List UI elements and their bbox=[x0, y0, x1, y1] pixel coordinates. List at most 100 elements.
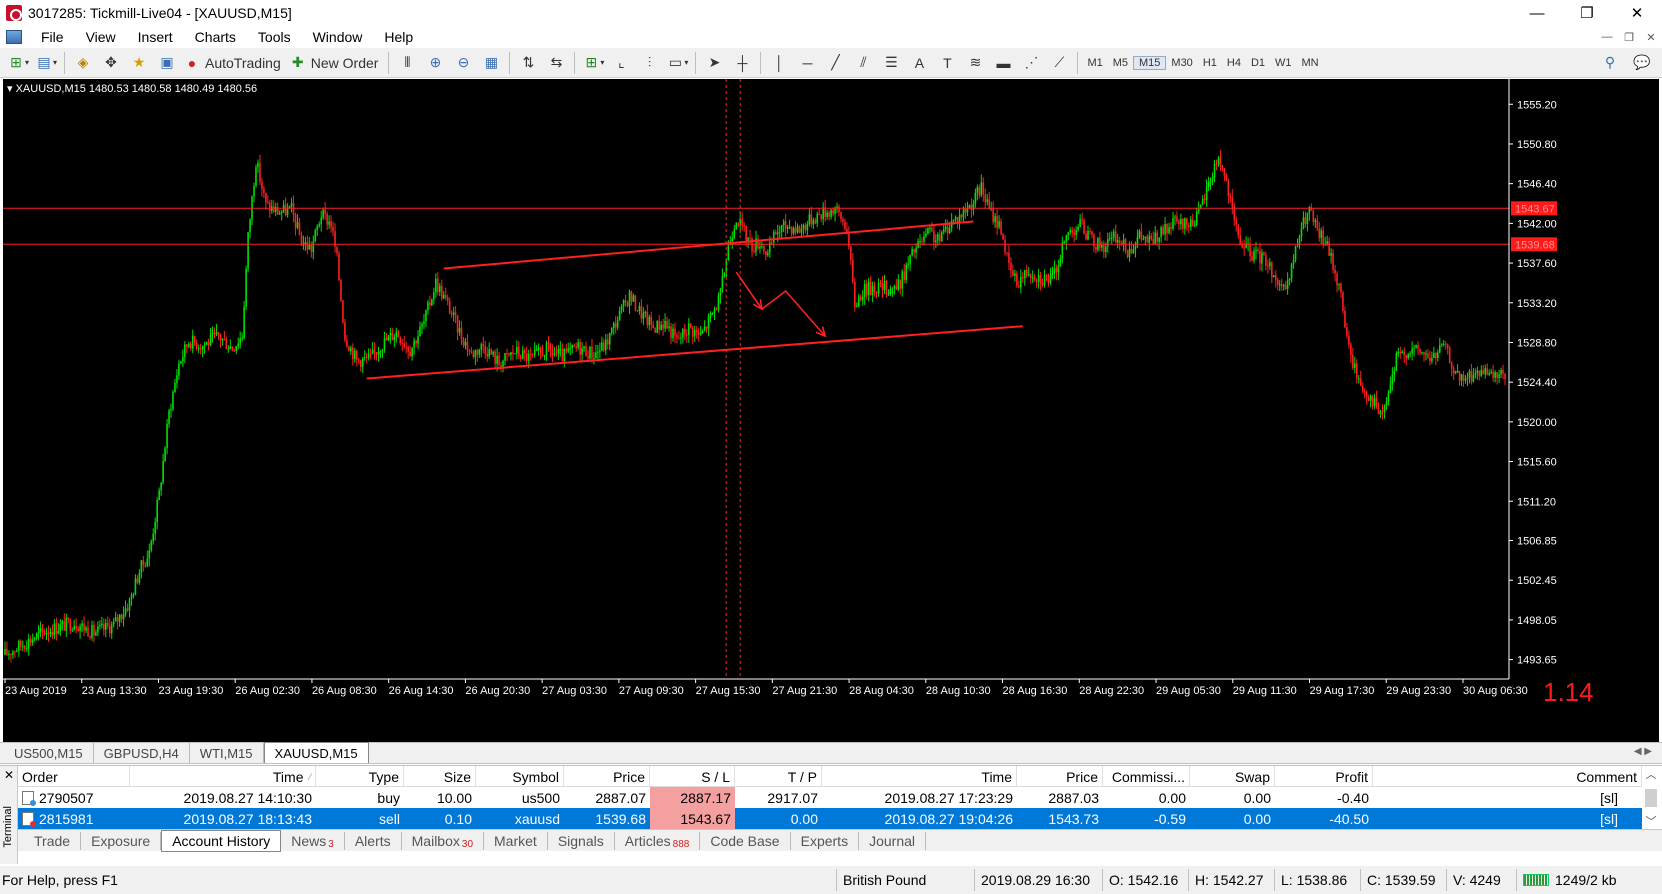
pitchfork-icon[interactable]: ⋰ bbox=[1019, 51, 1043, 75]
chart-collapse-icon[interactable]: ▾ bbox=[7, 83, 16, 95]
col-size[interactable]: Size bbox=[404, 766, 476, 787]
fibo-fan-icon[interactable]: ≋ bbox=[963, 51, 987, 75]
menu-insert[interactable]: Insert bbox=[127, 29, 184, 45]
tab-exposure[interactable]: Exposure bbox=[81, 831, 162, 850]
close-button[interactable]: ✕ bbox=[1612, 0, 1662, 26]
chart-tab-scroll-icon[interactable]: ◀ ▶ bbox=[1634, 746, 1652, 757]
auto-scroll-icon[interactable]: ⇅ bbox=[516, 51, 540, 75]
tab-journal[interactable]: Journal bbox=[859, 831, 926, 850]
tab-signals[interactable]: Signals bbox=[548, 831, 615, 850]
chart-tab-xauusd[interactable]: XAUUSD,M15 bbox=[263, 742, 369, 763]
bar-chart-icon[interactable]: ⫴ bbox=[395, 51, 419, 75]
menu-help[interactable]: Help bbox=[373, 29, 424, 45]
chart-shift-icon[interactable]: ⇆ bbox=[544, 51, 568, 75]
mdi-minimize-icon[interactable]: — bbox=[1596, 26, 1618, 48]
candle-body bbox=[1296, 245, 1299, 247]
document-icon[interactable] bbox=[6, 30, 22, 44]
col-sl[interactable]: S / L bbox=[650, 766, 735, 787]
terminal-icon[interactable]: ▣ bbox=[155, 51, 179, 75]
col-close-time[interactable]: Time bbox=[822, 766, 1017, 787]
tile-windows-icon[interactable]: ▦ bbox=[479, 51, 503, 75]
timeframe-mn[interactable]: MN bbox=[1297, 57, 1324, 69]
history-row-selected[interactable]: 2815981 2019.08.27 18:13:43 sell 0.10 xa… bbox=[18, 808, 1642, 829]
tab-experts[interactable]: Experts bbox=[791, 831, 860, 850]
fibonacci-icon[interactable]: ☰ bbox=[879, 51, 903, 75]
market-watch-icon[interactable]: ◈ bbox=[71, 51, 95, 75]
minimize-button[interactable]: — bbox=[1512, 0, 1562, 26]
favorites-icon[interactable]: ★ bbox=[127, 51, 151, 75]
tab-market[interactable]: Market bbox=[484, 831, 548, 850]
col-close-price[interactable]: Price bbox=[1017, 766, 1103, 787]
zoom-in-icon[interactable]: ⊕ bbox=[423, 51, 447, 75]
new-chart-button[interactable]: ⊞ ▾ bbox=[6, 51, 30, 75]
col-symbol[interactable]: Symbol bbox=[476, 766, 564, 787]
search-icon[interactable]: ⚲ bbox=[1598, 51, 1622, 75]
timeframe-m30[interactable]: M30 bbox=[1166, 57, 1197, 69]
terminal-scrollbar[interactable]: ︿ ﹀ bbox=[1642, 766, 1660, 829]
menu-charts[interactable]: Charts bbox=[184, 29, 247, 45]
restore-button[interactable]: ❐ bbox=[1562, 0, 1612, 26]
chat-icon[interactable]: 💬 bbox=[1630, 51, 1654, 75]
scroll-thumb[interactable] bbox=[1645, 788, 1657, 807]
chart-canvas[interactable]: 1555.20 1550.80 1546.40 1542.00 1537.60 1533.… bbox=[3, 79, 1659, 742]
navigator-icon[interactable]: ✥ bbox=[99, 51, 123, 75]
zoom-out-icon[interactable]: ⊖ bbox=[451, 51, 475, 75]
horizontal-line-icon[interactable]: ─ bbox=[795, 51, 819, 75]
menu-window[interactable]: Window bbox=[302, 29, 374, 45]
timeframe-h4[interactable]: H4 bbox=[1222, 57, 1246, 69]
menu-file[interactable]: File bbox=[30, 29, 75, 45]
chart-tab-us500[interactable]: US500,M15 bbox=[4, 743, 94, 763]
col-order[interactable]: Order bbox=[18, 766, 130, 787]
timeframe-h1[interactable]: H1 bbox=[1198, 57, 1222, 69]
scroll-down-icon[interactable]: ﹀ bbox=[1646, 813, 1657, 829]
status-connection[interactable]: 1249/2 kb bbox=[1516, 869, 1656, 891]
templates-icon[interactable]: ⫶ bbox=[637, 51, 661, 75]
new-order-button[interactable]: ✚ New Order bbox=[289, 51, 383, 75]
menu-tools[interactable]: Tools bbox=[247, 29, 302, 45]
col-comment[interactable]: Comment bbox=[1373, 766, 1642, 787]
tab-code-base[interactable]: Code Base bbox=[700, 831, 791, 850]
scroll-up-icon[interactable]: ︿ bbox=[1646, 766, 1657, 782]
terminal-close-icon[interactable]: ✕ bbox=[4, 768, 14, 782]
text-icon[interactable]: A bbox=[907, 51, 931, 75]
col-type[interactable]: Type bbox=[316, 766, 404, 787]
tab-mailbox[interactable]: Mailbox 30 bbox=[402, 831, 485, 850]
mdi-restore-icon[interactable]: ❐ bbox=[1618, 26, 1640, 48]
arrow-icon[interactable]: ⟋ bbox=[1047, 51, 1071, 75]
mdi-close-icon[interactable]: ✕ bbox=[1640, 26, 1662, 48]
cursor-icon[interactable]: ➤ bbox=[702, 51, 726, 75]
timeframe-m1[interactable]: M1 bbox=[1082, 57, 1107, 69]
price-chart[interactable]: 1555.20 1550.80 1546.40 1542.00 1537.60 1533.… bbox=[3, 79, 1659, 742]
tab-news[interactable]: News 3 bbox=[281, 831, 345, 850]
trendline-icon[interactable]: ╱ bbox=[823, 51, 847, 75]
tab-trade[interactable]: Trade bbox=[24, 831, 82, 850]
col-commission[interactable]: Commissi... bbox=[1103, 766, 1190, 787]
tab-account-history[interactable]: Account History bbox=[161, 829, 282, 852]
profiles-button[interactable]: ▤ ▾ bbox=[34, 51, 58, 75]
templates-button[interactable]: ▭ ▾ bbox=[665, 51, 689, 75]
timeframe-m5[interactable]: M5 bbox=[1108, 57, 1133, 69]
col-tp[interactable]: T / P bbox=[735, 766, 822, 787]
tab-alerts[interactable]: Alerts bbox=[345, 831, 402, 850]
rectangle-icon[interactable]: ▬ bbox=[991, 51, 1015, 75]
chart-tab-gbpusd[interactable]: GBPUSD,H4 bbox=[94, 743, 190, 763]
col-profit[interactable]: Profit bbox=[1275, 766, 1373, 787]
chart-tab-wti[interactable]: WTI,M15 bbox=[190, 743, 264, 763]
timeframe-w1[interactable]: W1 bbox=[1270, 57, 1297, 69]
text-label-icon[interactable]: T bbox=[935, 51, 959, 75]
equidistant-channel-icon[interactable]: ⫽ bbox=[851, 51, 875, 75]
indicators-button[interactable]: ⊞ ▾ bbox=[581, 51, 605, 75]
menu-view[interactable]: View bbox=[75, 29, 127, 45]
status-profile[interactable]: British Pound bbox=[836, 869, 974, 891]
autotrading-button[interactable]: ● AutoTrading bbox=[183, 51, 285, 75]
timeframe-d1[interactable]: D1 bbox=[1246, 57, 1270, 69]
col-swap[interactable]: Swap bbox=[1190, 766, 1275, 787]
col-open-time[interactable]: Time ⁄ bbox=[130, 766, 316, 787]
vertical-line-icon[interactable]: │ bbox=[767, 51, 791, 75]
tab-articles[interactable]: Articles 888 bbox=[615, 831, 701, 850]
col-price[interactable]: Price bbox=[564, 766, 650, 787]
periods-icon[interactable]: ⌞ bbox=[609, 51, 633, 75]
crosshair-icon[interactable]: ┼ bbox=[730, 51, 754, 75]
timeframe-m15[interactable]: M15 bbox=[1133, 55, 1167, 70]
history-row[interactable]: 2790507 2019.08.27 14:10:30 buy 10.00 us… bbox=[18, 787, 1642, 808]
